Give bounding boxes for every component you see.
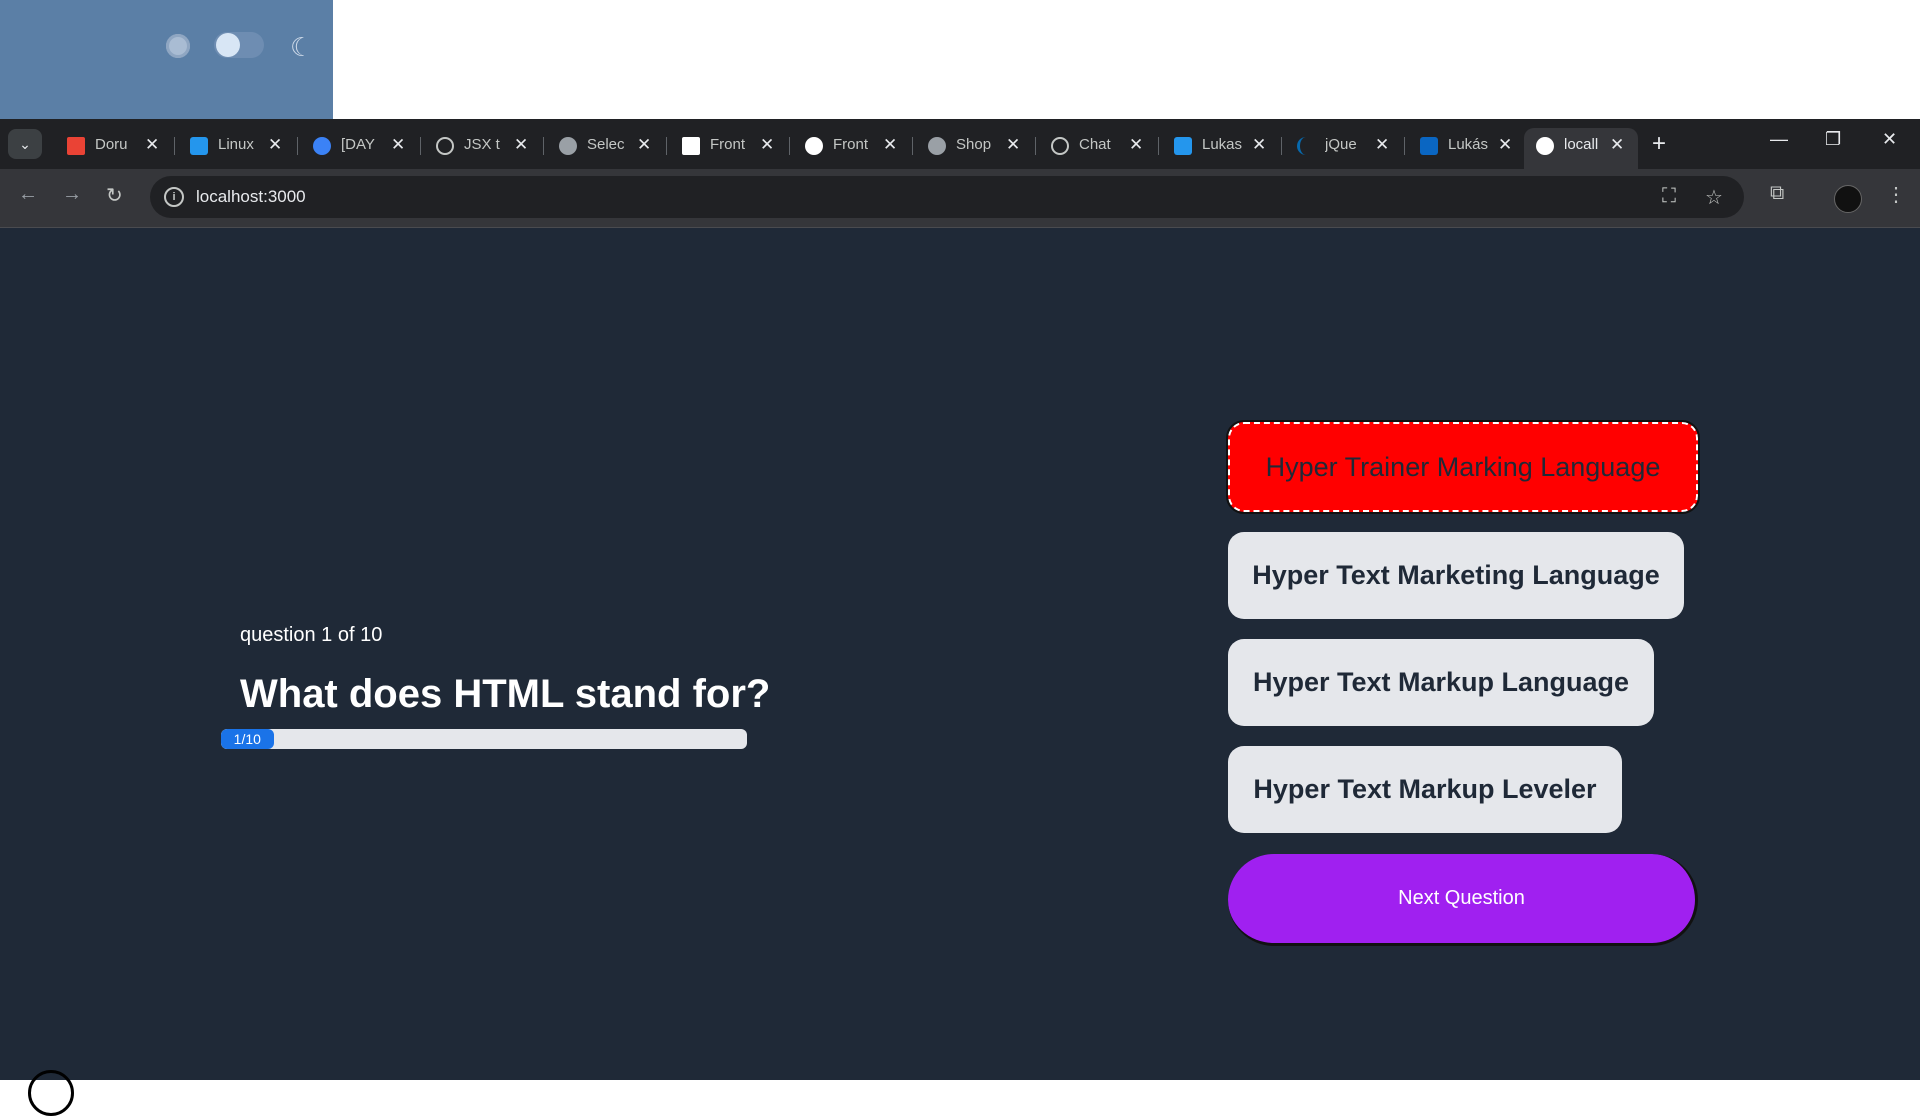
close-icon[interactable]: ✕ [514,128,528,162]
back-icon[interactable]: ← [18,183,38,206]
close-icon[interactable]: ✕ [391,128,405,162]
extensions-icon[interactable]: ⧉ [1770,182,1784,205]
tab[interactable]: Front ✕ [670,128,790,162]
tab-title: Lukas [1202,136,1242,153]
close-icon[interactable]: ✕ [1610,128,1624,162]
tab-title: Front [833,136,869,153]
close-icon[interactable]: ✕ [637,128,651,162]
close-window-icon[interactable]: ✕ [1882,129,1897,150]
tab-title: JSX t [464,136,500,153]
globe-icon [559,137,577,155]
close-icon[interactable]: ✕ [268,128,282,162]
openai-icon [436,137,454,155]
tab[interactable]: Lukas ✕ [1162,128,1282,162]
new-tab-icon[interactable]: + [1652,130,1666,158]
browser-toolbar: ← → ↻ i localhost:3000 ⛶ ☆ ⧉ ⋮ [0,169,1920,228]
answer-button[interactable]: Hyper Text Marketing Language [1228,532,1684,619]
nextjs-icon [1536,137,1554,155]
profile-avatar[interactable] [1834,185,1862,213]
tab-title: locall [1564,136,1599,153]
gmail-icon [67,137,85,155]
tab-title: Selec [587,136,625,153]
reload-icon[interactable]: ↻ [106,183,123,208]
menu-icon[interactable]: ⋮ [1886,182,1906,207]
tab[interactable]: Shop ✕ [916,128,1036,162]
docker-icon [1174,137,1192,155]
tab[interactable]: Chat ✕ [1039,128,1159,162]
tab[interactable]: Selec ✕ [547,128,667,162]
linkedin-icon [1420,137,1438,155]
minimize-icon[interactable]: — [1770,129,1788,150]
url-text[interactable]: localhost:3000 [196,187,306,207]
tab-search-button[interactable]: ⌄ [8,129,42,159]
next-question-button[interactable]: Next Question [1228,854,1698,946]
answer-button[interactable]: Hyper Text Markup Leveler [1228,746,1622,833]
frontend-icon [805,137,823,155]
page-icon [682,137,700,155]
close-icon[interactable]: ✕ [1375,128,1389,162]
docker-icon [190,137,208,155]
hex-icon [313,137,331,155]
tab-title: Front [710,136,746,153]
floating-indicator [28,1070,74,1116]
bookmark-star-icon[interactable]: ☆ [1705,185,1723,210]
close-icon[interactable]: ✕ [1498,128,1512,162]
toggle-knob [216,33,240,57]
tab[interactable]: JSX t ✕ [424,128,544,162]
site-info-icon[interactable]: i [164,187,184,207]
desktop-wallpaper: ☾ [0,0,333,119]
tab-title: Shop [956,136,992,153]
restore-icon[interactable]: ❐ [1825,129,1841,150]
tab-bar: ⌄ Doru ✕ Linux ✕ [DAY ✕ JSX t ✕ Selec ✕ … [0,119,1920,169]
tab-title: Doru [95,136,128,153]
tab[interactable]: jQue ✕ [1285,128,1405,162]
close-icon[interactable]: ✕ [1006,128,1020,162]
openai-icon [1051,137,1069,155]
question-counter: question 1 of 10 [240,624,383,646]
quiz-page: question 1 of 10 What does HTML stand fo… [0,228,1920,1116]
close-icon[interactable]: ✕ [1129,128,1143,162]
tab[interactable]: [DAY ✕ [301,128,421,162]
answer-button[interactable]: Hyper Trainer Marking Language [1226,420,1700,514]
forward-icon[interactable]: → [62,183,82,206]
tab[interactable]: Lukás ✕ [1408,128,1526,162]
tab-title: Lukás [1448,136,1488,153]
tab-title: jQue [1325,136,1357,153]
moon-icon: ☾ [290,32,314,62]
tab[interactable]: Front ✕ [793,128,913,162]
answer-button[interactable]: Hyper Text Markup Language [1228,639,1654,726]
translate-icon[interactable]: ⛶ [1662,185,1676,208]
close-icon[interactable]: ✕ [1252,128,1266,162]
theme-toggle[interactable] [214,32,264,58]
address-bar[interactable]: i localhost:3000 ⛶ ☆ [150,176,1744,218]
globe-icon [928,137,946,155]
tab-active[interactable]: locall ✕ [1524,128,1638,169]
tab-title: [DAY [341,136,375,153]
jquery-icon [1297,137,1315,155]
close-icon[interactable]: ✕ [883,128,897,162]
tab[interactable]: Linux ✕ [178,128,298,162]
tab-title: Chat [1079,136,1111,153]
progress-fill: 1/10 [221,729,274,749]
close-icon[interactable]: ✕ [760,128,774,162]
question-text: What does HTML stand for? [240,672,771,716]
sun-icon [166,34,190,58]
close-icon[interactable]: ✕ [145,128,159,162]
progress-bar: 1/10 [221,729,747,749]
tab-title: Linux [218,136,254,153]
tab[interactable]: Doru ✕ [55,128,175,162]
